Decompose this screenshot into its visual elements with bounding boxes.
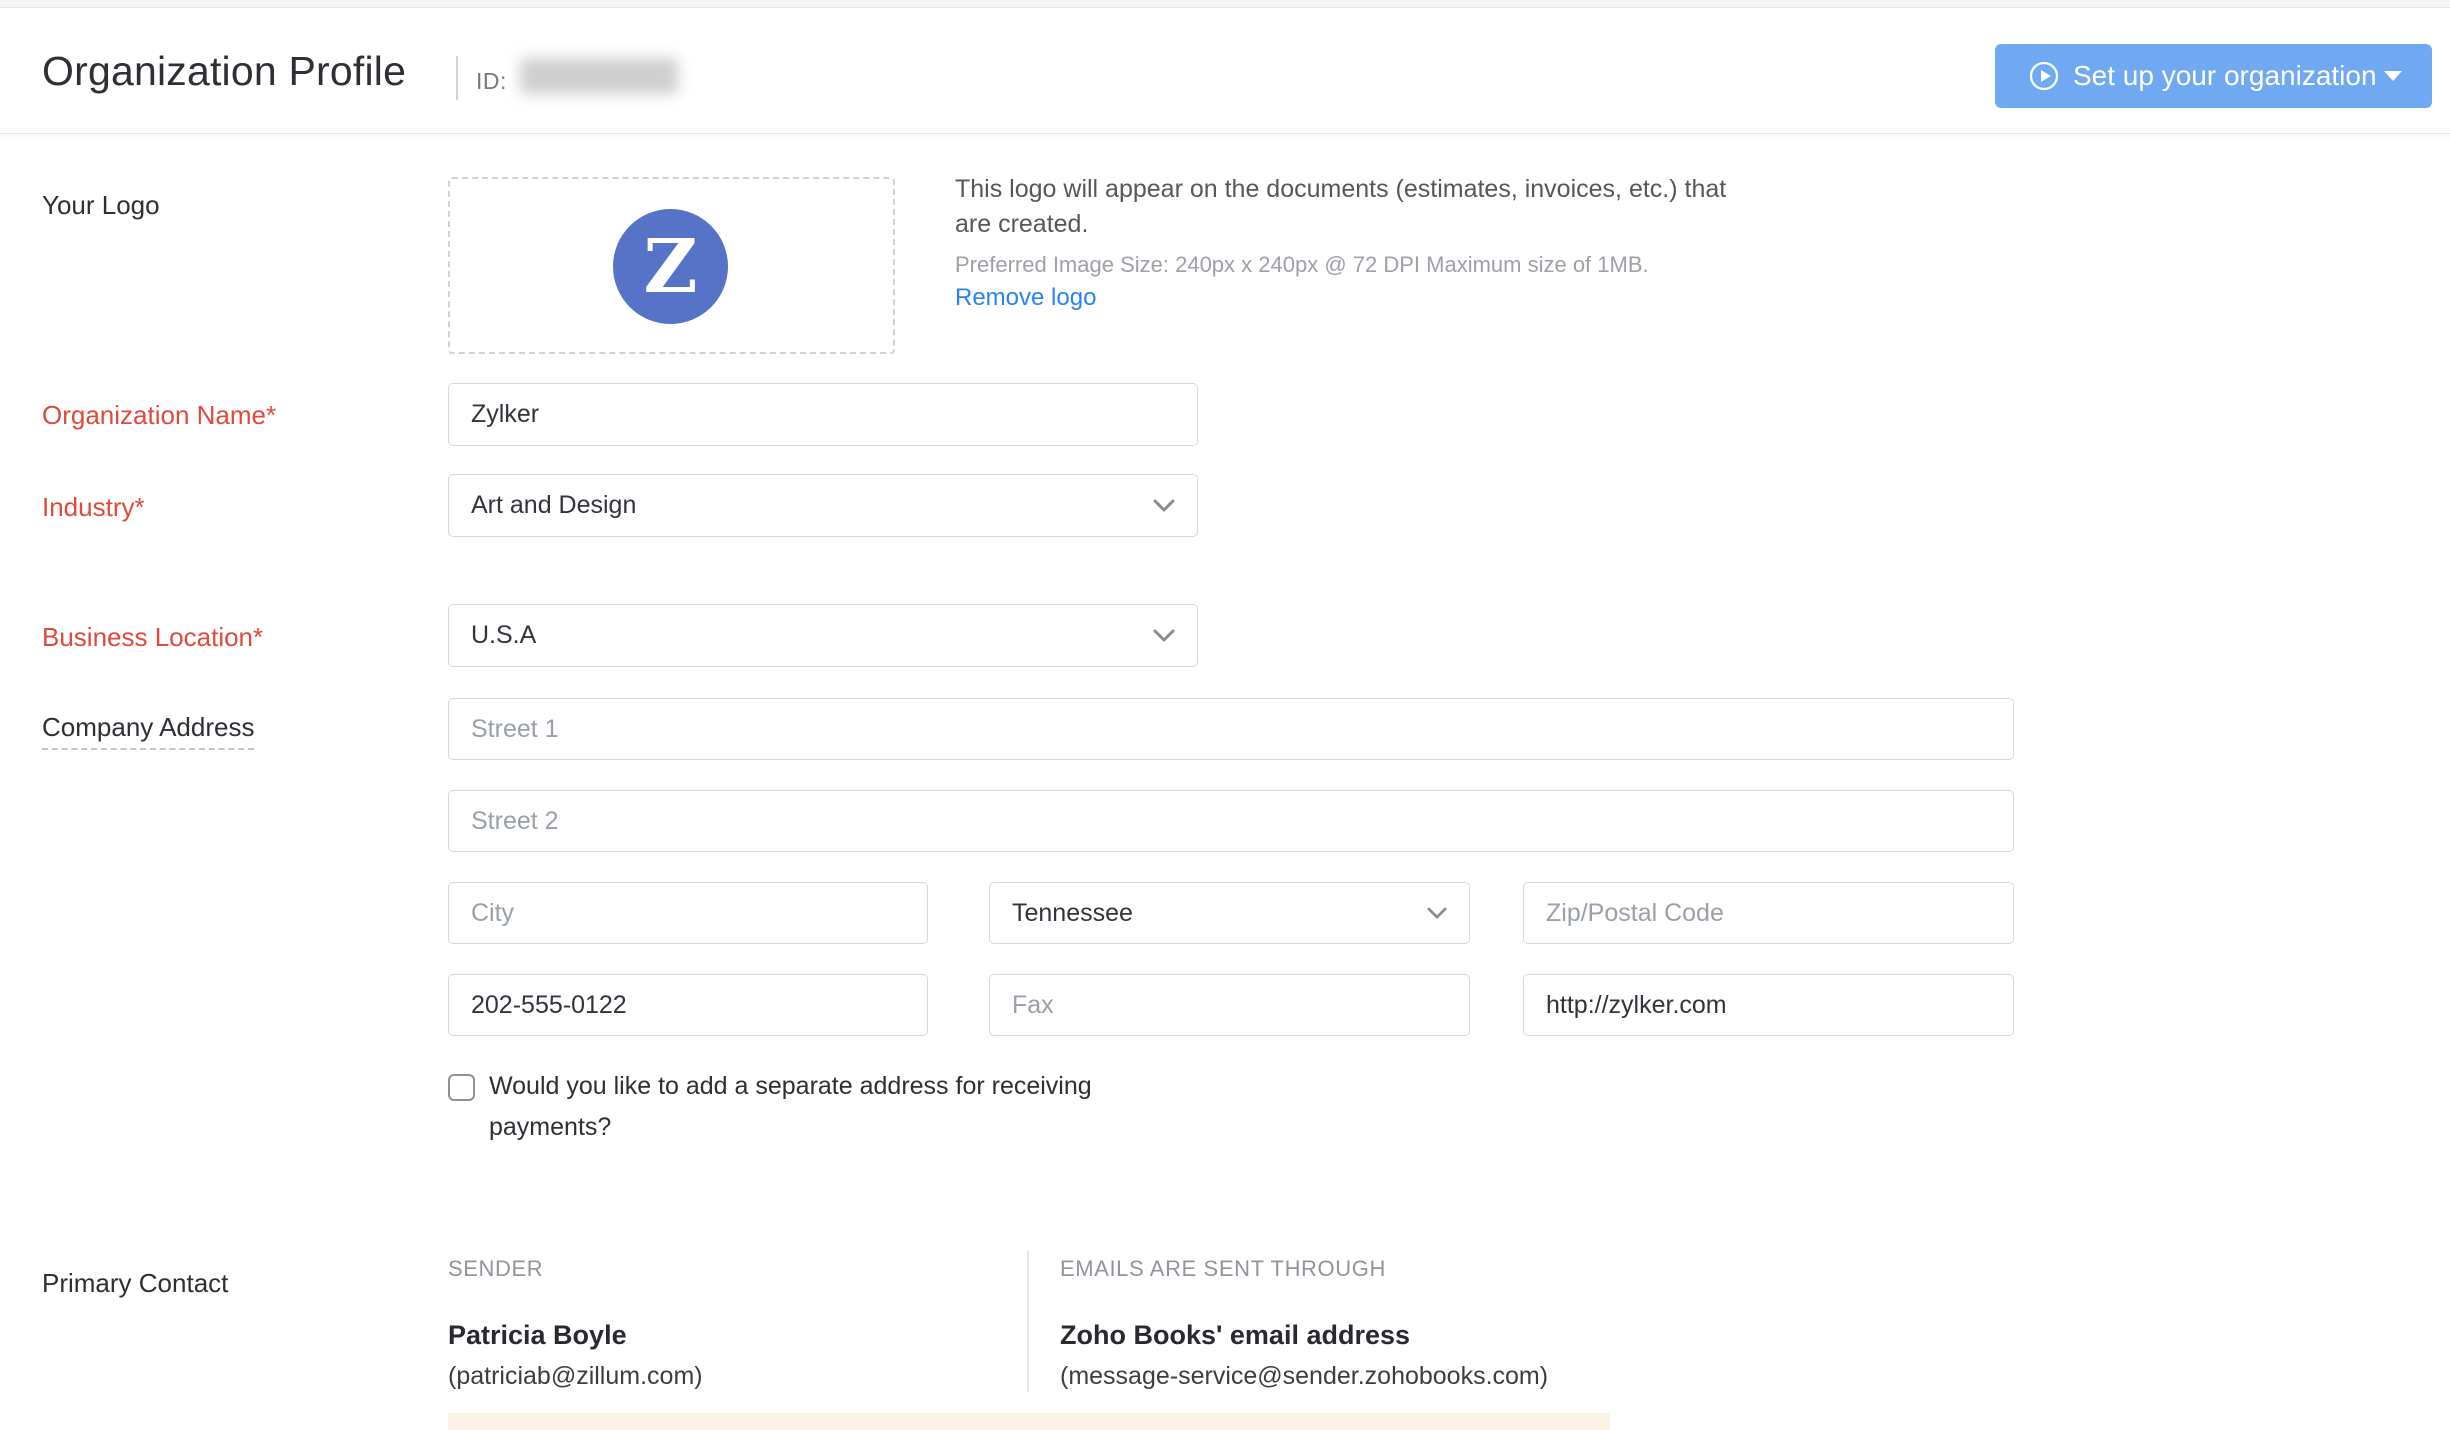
company-address-label-text: Company Address [42, 712, 254, 750]
sent-through-name: Zoho Books' email address [1060, 1320, 1410, 1351]
contact-columns-divider [1027, 1250, 1029, 1392]
page-title: Organization Profile [42, 48, 406, 95]
organization-name-label: Organization Name* [42, 400, 276, 431]
chevron-down-icon[interactable] [2384, 71, 2402, 81]
separate-address-checkbox[interactable] [448, 1074, 475, 1101]
notice-bar-partial [448, 1413, 1610, 1430]
organization-name-input[interactable] [448, 383, 1198, 446]
industry-select[interactable]: Art and Design [448, 474, 1198, 537]
separate-address-checkbox-label: Would you like to add a separate address… [489, 1066, 1179, 1148]
zip-input[interactable] [1523, 882, 2014, 944]
chevron-down-icon [1427, 907, 1447, 920]
sender-heading: SENDER [448, 1256, 543, 1282]
org-id-label: ID: [476, 68, 507, 95]
chevron-down-icon [1153, 499, 1175, 513]
industry-selected-value: Art and Design [471, 491, 1153, 520]
phone-input[interactable] [448, 974, 928, 1036]
setup-organization-button[interactable]: Set up your organization [1995, 44, 2432, 108]
browser-top-strip [0, 0, 2450, 8]
street1-input[interactable] [448, 698, 2014, 760]
industry-label: Industry* [42, 492, 145, 523]
street2-input[interactable] [448, 790, 2014, 852]
state-select[interactable]: Tennessee [989, 882, 1470, 944]
website-input[interactable] [1523, 974, 2014, 1036]
sender-email: (patriciab@zillum.com) [448, 1362, 703, 1391]
chevron-down-icon [1153, 629, 1175, 643]
play-circle-icon [2029, 61, 2059, 91]
business-location-selected-value: U.S.A [471, 621, 1153, 650]
primary-contact-label: Primary Contact [42, 1268, 228, 1299]
sent-through-email: (message-service@sender.zohobooks.com) [1060, 1362, 1548, 1391]
org-id-redacted-value [520, 58, 678, 94]
city-input[interactable] [448, 882, 928, 944]
remove-logo-link[interactable]: Remove logo [955, 284, 1096, 312]
business-location-label: Business Location* [42, 622, 263, 653]
company-address-label: Company Address [42, 712, 254, 743]
setup-organization-button-label: Set up your organization [2059, 60, 2384, 92]
logo-preferred-size-note: Preferred Image Size: 240px x 240px @ 72… [955, 252, 1649, 278]
your-logo-label: Your Logo [42, 190, 160, 221]
organization-profile-page: Organization Profile ID: Set up your org… [0, 0, 2450, 1430]
title-divider [456, 56, 458, 100]
fax-input[interactable] [989, 974, 1470, 1036]
logo-letter: Z [643, 230, 697, 304]
sender-name: Patricia Boyle [448, 1320, 627, 1351]
state-selected-value: Tennessee [1012, 899, 1427, 928]
logo-description: This logo will appear on the documents (… [955, 172, 1745, 242]
business-location-select[interactable]: U.S.A [448, 604, 1198, 667]
sent-through-heading: EMAILS ARE SENT THROUGH [1060, 1256, 1386, 1282]
page-header: Organization Profile ID: Set up your org… [0, 8, 2450, 134]
organization-logo: Z [613, 209, 728, 324]
